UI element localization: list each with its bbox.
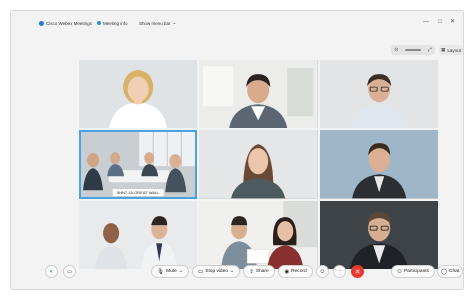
record-label: Record (291, 269, 307, 274)
participants-button[interactable]: ⚇ Participants (391, 265, 435, 278)
video-tile[interactable] (79, 60, 198, 129)
stop-video-button[interactable]: ▭ Stop video ⌄ (192, 265, 240, 278)
mute-button[interactable]: 🎙︎ Mute ⌄ (151, 265, 189, 278)
video-camera-icon: ▭ (198, 268, 204, 275)
webex-assistant-button[interactable]: ◐ (45, 265, 58, 278)
video-tile[interactable] (319, 130, 438, 199)
participant-video (319, 60, 438, 129)
video-tile[interactable] (319, 60, 438, 129)
chat-label: Chat (449, 269, 460, 274)
reactions-button[interactable]: ☺ (316, 265, 329, 278)
meeting-controls-bar: ◐ ▭ 🎙︎ Mute ⌄ ▭ Stop video ⌄ ⇪ Share ◉ R… (11, 261, 463, 283)
layout-label: Layout (447, 47, 461, 53)
chat-button[interactable]: ◯ Chat (437, 265, 463, 278)
meeting-info-button[interactable]: Meeting info (97, 18, 128, 28)
share-button[interactable]: ⇪ Share (243, 265, 275, 278)
app-title: Cisco Webex Meetings (39, 18, 92, 28)
participant-video (79, 60, 198, 129)
participant-video (319, 200, 438, 269)
close-button[interactable]: ✕ (450, 17, 455, 27)
participant-video (319, 130, 438, 199)
captions-icon: ▭ (67, 268, 72, 275)
participants-label: Participants (403, 269, 429, 274)
participant-video (199, 130, 318, 199)
show-menu-bar-label: Show menu bar (139, 20, 171, 26)
mute-label: Mute (166, 269, 177, 274)
share-label: Share (255, 269, 269, 274)
view-toggle-icon[interactable]: ⊙ (394, 47, 398, 53)
stop-video-label: Stop video (205, 269, 228, 274)
app-title-text: Cisco Webex Meetings (46, 20, 92, 26)
video-grid: 5HN7-16-GREAT WALL (79, 60, 438, 269)
title-bar: Cisco Webex Meetings Meeting info Show m… (11, 11, 463, 35)
video-tile[interactable] (79, 200, 198, 269)
webex-assistant-icon: ◐ (49, 268, 54, 275)
webex-window: Cisco Webex Meetings Meeting info Show m… (10, 10, 464, 290)
smiley-icon: ☺ (319, 268, 326, 275)
chevron-down-icon: ⌄ (172, 20, 177, 25)
grid-icon: ▦ (441, 47, 446, 52)
chat-icon: ◯ (440, 268, 448, 275)
participant-video (79, 200, 198, 269)
record-button[interactable]: ◉ Record (278, 265, 313, 278)
participants-icon: ⚇ (397, 268, 402, 275)
chevron-down-icon[interactable]: ⌄ (179, 269, 183, 274)
maximize-button[interactable]: □ (438, 17, 442, 27)
record-icon: ◉ (284, 268, 290, 275)
chevron-down-icon[interactable]: ⌄ (230, 269, 234, 274)
video-tile[interactable] (199, 130, 318, 199)
minimize-button[interactable]: — (423, 17, 429, 27)
zoom-slider[interactable] (405, 49, 422, 51)
fullscreen-icon[interactable]: ⤢ (428, 47, 432, 53)
more-icon: ··· (337, 269, 342, 274)
webex-logo-icon (39, 20, 44, 26)
captions-button[interactable]: ▭ (63, 265, 76, 278)
view-controls[interactable]: ⊙ ⤢ (391, 45, 435, 55)
more-options-button[interactable]: ··· (333, 265, 346, 278)
meeting-info-label: Meeting info (103, 20, 128, 26)
participant-video (199, 60, 318, 129)
microphone-icon: 🎙︎ (157, 268, 165, 275)
info-icon (97, 21, 101, 25)
show-menu-bar-button[interactable]: Show menu bar ⌄ (139, 18, 176, 28)
share-icon: ⇪ (249, 268, 254, 275)
video-tile-active-speaker[interactable]: 5HN7-16-GREAT WALL (79, 130, 198, 199)
layout-button[interactable]: ▦ Layout (439, 45, 463, 55)
video-tile[interactable] (199, 200, 318, 269)
participant-video (199, 200, 318, 269)
video-tile[interactable] (199, 60, 318, 129)
participant-name: 5HN7-16-GREAT WALL (112, 188, 164, 196)
end-call-icon: ✕ (354, 268, 361, 276)
end-meeting-button[interactable]: ✕ (351, 265, 364, 278)
video-tile[interactable] (319, 200, 438, 269)
